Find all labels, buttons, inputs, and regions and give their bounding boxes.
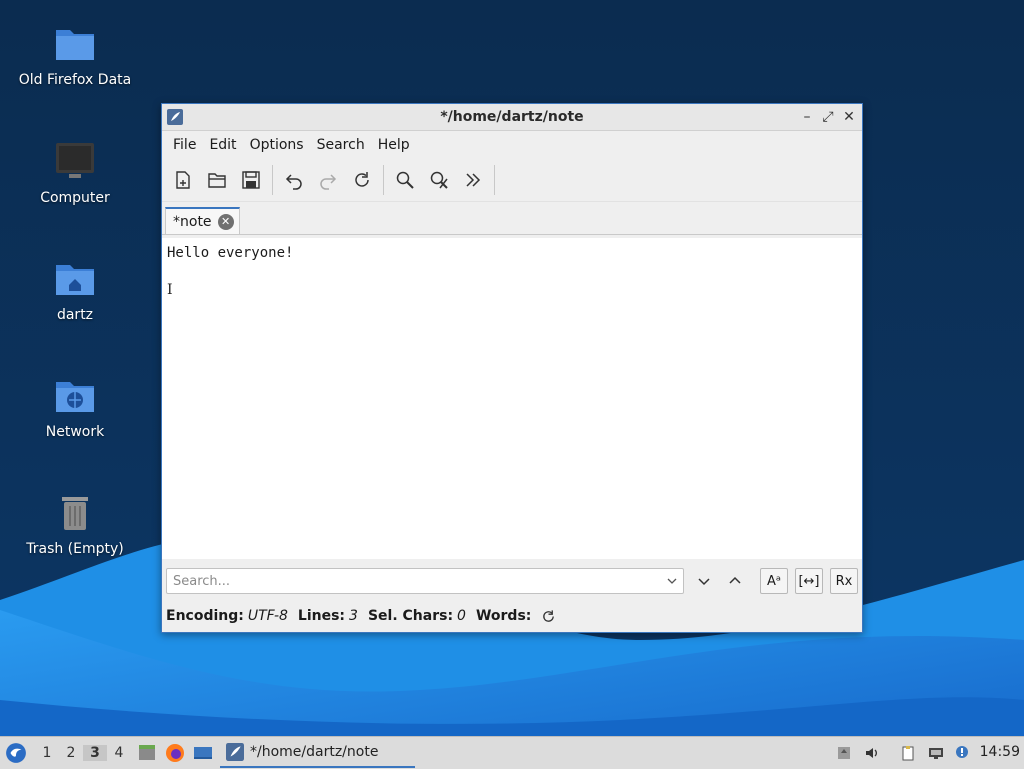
status-bar: Encoding: UTF-8 Lines: 3 Sel. Chars: 0 W… — [162, 601, 866, 631]
lines-label: Lines: — [297, 608, 346, 624]
tray-updates-icon[interactable] — [834, 743, 854, 763]
find-icon — [396, 171, 414, 189]
tab-label: *note — [173, 213, 212, 230]
words-label: Words: — [475, 608, 532, 624]
find-next-button[interactable] — [690, 568, 718, 594]
tab-note[interactable]: *note ✕ — [165, 207, 240, 234]
taskbar-window-button[interactable]: */home/dartz/note — [220, 737, 415, 768]
refresh-word-count-icon[interactable] — [541, 609, 556, 624]
reload-icon — [355, 172, 369, 187]
search-input[interactable] — [166, 568, 684, 594]
desktop-icon-network[interactable]: Network — [0, 374, 150, 440]
new-file-icon — [176, 171, 190, 189]
tray-volume-icon[interactable] — [862, 743, 882, 763]
toolbar-separator — [494, 165, 495, 195]
toolbar-separator — [272, 165, 273, 195]
lines-value: 3 — [349, 608, 358, 624]
redo-icon — [320, 174, 337, 190]
firefox-icon[interactable] — [165, 743, 185, 763]
chevron-up-icon — [729, 576, 741, 584]
encoding-value: UTF-8 — [247, 608, 288, 624]
text-editor-window: */home/dartz/note – ⤢ ✕ File Edit Option… — [161, 103, 863, 633]
folder-icon — [56, 30, 94, 60]
workspace-1[interactable]: 1 — [35, 745, 59, 761]
show-desktop-icon[interactable] — [193, 743, 213, 763]
menu-file[interactable]: File — [167, 137, 203, 153]
trash-icon — [62, 497, 88, 530]
taskbar: 1 2 3 4 */home/dartz/note 14:59 — [0, 736, 1024, 769]
editor-line: Hello everyone! — [167, 245, 294, 261]
desktop-icon-label: Computer — [40, 190, 110, 206]
chevron-down-icon — [698, 578, 710, 586]
search-bar: Aᵃ [↔] Rx — [162, 563, 862, 599]
reload-button[interactable] — [347, 165, 377, 195]
desktop-icon-label: Old Firefox Data — [18, 72, 132, 88]
chevron-down-icon[interactable] — [666, 575, 678, 587]
menu-help[interactable]: Help — [372, 137, 417, 153]
start-menu-icon[interactable] — [5, 742, 27, 764]
desktop-icon-computer[interactable]: Computer — [0, 140, 150, 206]
workspace-2[interactable]: 2 — [59, 745, 83, 761]
find-previous-button[interactable] — [721, 568, 749, 594]
save-icon — [242, 171, 260, 189]
app-feather-icon — [226, 742, 244, 761]
desktop-icon-label: dartz — [56, 307, 94, 323]
taskbar-window-label: */home/dartz/note — [250, 743, 379, 760]
new-file-button[interactable] — [168, 165, 198, 195]
text-editor-area[interactable]: Hello everyone! I — [162, 238, 862, 559]
replace-icon — [430, 171, 448, 189]
more-button[interactable] — [458, 165, 488, 195]
text-cursor: I — [167, 282, 173, 298]
desktop-icon-trash[interactable]: Trash (Empty) — [0, 491, 150, 557]
desktop-icon-label: Network — [45, 424, 105, 440]
open-folder-icon — [208, 173, 226, 188]
clock: 14:59 — [979, 744, 1020, 760]
menubar: File Edit Options Search Help — [162, 131, 862, 159]
find-button[interactable] — [390, 165, 420, 195]
home-folder-icon — [56, 265, 94, 295]
minimize-button[interactable]: – — [798, 108, 816, 126]
window-titlebar[interactable]: */home/dartz/note – ⤢ ✕ — [162, 104, 862, 131]
match-case-button[interactable]: Aᵃ — [760, 568, 788, 594]
replace-button[interactable] — [424, 165, 454, 195]
network-folder-icon — [56, 382, 94, 412]
tray-clipboard-icon[interactable] — [898, 743, 918, 763]
workspace-4[interactable]: 4 — [107, 745, 131, 761]
more-icon — [466, 173, 481, 187]
close-button[interactable]: ✕ — [840, 108, 858, 126]
sel-chars-label: Sel. Chars: — [367, 608, 454, 624]
window-title: */home/dartz/note — [440, 109, 584, 125]
maximize-button[interactable]: ⤢ — [819, 108, 837, 126]
tray-network-icon[interactable] — [926, 743, 946, 763]
file-manager-icon[interactable] — [137, 743, 157, 763]
regex-button[interactable]: Rx — [830, 568, 858, 594]
desktop-icon-old-firefox-data[interactable]: Old Firefox Data — [0, 22, 150, 88]
undo-button[interactable] — [279, 165, 309, 195]
menu-edit[interactable]: Edit — [203, 137, 243, 153]
desktop-icon-label: Trash (Empty) — [26, 541, 124, 557]
tab-bar: *note ✕ — [162, 202, 862, 235]
undo-icon — [285, 174, 302, 190]
tray-notification-icon[interactable] — [952, 743, 972, 763]
toolbar — [162, 159, 862, 202]
open-file-button[interactable] — [202, 165, 232, 195]
computer-icon — [56, 143, 94, 178]
menu-search[interactable]: Search — [311, 137, 372, 153]
redo-button[interactable] — [313, 165, 343, 195]
save-button[interactable] — [236, 165, 266, 195]
desktop-icon-dartz[interactable]: dartz — [0, 257, 150, 323]
workspace-3[interactable]: 3 — [83, 745, 107, 761]
encoding-label: Encoding: — [166, 608, 244, 624]
tab-close-icon[interactable]: ✕ — [217, 213, 234, 230]
menu-options[interactable]: Options — [244, 137, 311, 153]
sel-chars-value: 0 — [457, 608, 466, 624]
toolbar-separator — [383, 165, 384, 195]
app-feather-icon — [167, 109, 183, 125]
whole-word-button[interactable]: [↔] — [795, 568, 823, 594]
